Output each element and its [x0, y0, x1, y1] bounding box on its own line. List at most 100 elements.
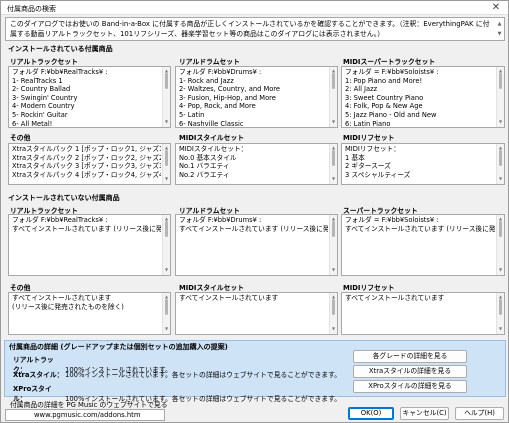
list-item: 1- Rock and Jazz — [179, 76, 234, 85]
installed-other-label: その他 — [10, 134, 31, 142]
description-text: このダイアログではお使いの Band-in-a-Box に付属する商品が正しくイ… — [10, 20, 490, 38]
help-button[interactable]: ヘルプ(H) — [455, 407, 504, 420]
details-row-xtra: Xtraスタイル： 100%インストールされています。各セットの詳細はウェブサイト… — [13, 369, 341, 379]
scroll-thumb[interactable] — [499, 73, 502, 89]
scroll-thumb[interactable] — [165, 221, 168, 237]
list-item: 5- Latin — [179, 110, 205, 119]
scrollbar[interactable]: ▲ ▼ — [496, 293, 504, 334]
scroll-thumb[interactable] — [165, 73, 168, 89]
xtra-details-button[interactable]: Xtraスタイルの詳細を見る — [353, 365, 467, 378]
missing-midiriff-list[interactable]: すべてインストールされています ▲ ▼ — [341, 292, 505, 335]
missing-midistyle-label: MIDIスタイルセット — [179, 284, 245, 292]
scroll-down-icon[interactable]: ▼ — [163, 118, 170, 127]
scroll-down-icon[interactable]: ▼ — [497, 325, 504, 334]
list-item: フォルダ F:¥bb¥Drums¥ : — [179, 68, 262, 76]
scrollbar[interactable]: ▲ ▼ — [329, 215, 337, 275]
list-item: 6: Latin Piano — [345, 119, 391, 128]
scrollbar[interactable]: ▲ ▼ — [496, 215, 504, 275]
list-item: 3: Sweet Country Piano — [345, 93, 424, 102]
installed-realtracks-list[interactable]: フォルダ F:¥bb¥RealTracks¥ :1- RealTracks 12… — [8, 66, 171, 128]
list-item: 4: Folk, Pop & New Age — [345, 102, 423, 111]
installed-midistyle-label: MIDIスタイルセット — [179, 134, 245, 142]
installed-other-list[interactable]: Xtraスタイルパック 1 [ポップ・ロック1, ジャズ1, カントリXtraス… — [8, 143, 171, 185]
list-item: 4- Modern Country — [12, 102, 75, 111]
scrollbar[interactable]: ▲ ▼ — [162, 67, 170, 127]
scrollbar[interactable]: ▲ ▼ — [162, 144, 170, 184]
list-item: すべてインストールされています (リリース後に発売されたものを除く) — [12, 224, 161, 233]
installed-realtracks-label: リアルトラックセット — [10, 58, 78, 66]
close-icon[interactable]: ✕ — [491, 2, 501, 13]
list-item: すべてインストールされています — [12, 294, 112, 302]
missing-realtracks-list[interactable]: フォルダ F:¥bb¥RealTracks¥ : すべてインストールされています … — [8, 214, 171, 276]
scroll-down-icon[interactable]: ▼ — [497, 118, 504, 127]
scrollbar[interactable]: ▲ ▼ — [162, 293, 170, 334]
installed-realdrums-label: リアルドラムセット — [179, 58, 240, 66]
list-item: MIDIリフセット： — [345, 145, 400, 153]
list-item: すべてインストールされています — [179, 294, 279, 302]
cancel-button[interactable]: キャンセル(C) — [400, 407, 449, 420]
list-item: フォルダ F:¥bb¥RealTracks¥ : — [12, 216, 108, 224]
missing-supertracks-list[interactable]: フォルダ = F:¥bb¥Soloists¥ : すべてインストールされています … — [341, 214, 505, 276]
list-item: No.2 バラエティ — [179, 170, 230, 179]
list-item: 2- Country Ballad — [12, 85, 71, 94]
list-item: No.0 基本スタイル — [179, 153, 237, 162]
list-item: 4- Pop, Rock, and More — [179, 102, 256, 111]
scroll-thumb[interactable] — [499, 299, 502, 315]
installed-midisuper-label: MIDIスーパートラックセット — [343, 58, 436, 66]
list-item: すべてインストールされています — [345, 294, 445, 302]
details-row-label: Xtraスタイル： — [13, 371, 64, 379]
list-item: 6- Nashville Classic — [179, 119, 244, 128]
list-item: Xtraスタイルパック 2 [ポップ・ロック2, ジャズ2, カントリ — [12, 153, 161, 162]
scrollbar[interactable]: ▲ ▼ — [329, 293, 337, 334]
missing-other-list[interactable]: すべてインストールされています (リリース後に発売されたものを除く) ▲ ▼ — [8, 292, 171, 335]
scroll-thumb[interactable] — [165, 299, 168, 315]
list-item: 2 ギタースーズ — [345, 162, 391, 171]
list-item: Xtraスタイルパック 3 [ポップ・ロック3, ジャズ3, カントリ — [12, 162, 161, 171]
dialog-window: 付属商品の検索 ✕ このダイアログではお使いの Band-in-a-Box に付… — [0, 0, 509, 423]
scroll-thumb[interactable] — [499, 221, 502, 237]
scroll-down-icon[interactable]: ▼ — [163, 325, 170, 334]
website-link-button[interactable]: www.pgmusic.com/addons.htm — [5, 409, 165, 421]
window-title: 付属商品の検索 — [7, 5, 56, 13]
list-item: 3- Fusion, Hip-Hop, and More — [179, 93, 276, 102]
missing-realdrums-list[interactable]: フォルダ F:¥bb¥Drums¥ : すべてインストールされています (リリース… — [175, 214, 338, 276]
scroll-thumb[interactable] — [332, 73, 335, 89]
list-item: (リリース後に発売されたものを除く) — [12, 302, 124, 311]
scroll-down-icon[interactable]: ▼ — [330, 175, 337, 184]
scroll-down-icon[interactable]: ▼ — [497, 266, 504, 275]
installed-midiriff-list[interactable]: MIDIリフセット： 1 基本 2 ギタースーズ 3 スペシャルティーズ ▲ ▼ — [341, 143, 505, 185]
installed-realdrums-list[interactable]: フォルダ F:¥bb¥Drums¥ :1- Rock and Jazz 2- Wa… — [175, 66, 338, 128]
missing-midiriff-label: MIDIリフセット — [343, 284, 395, 292]
scrollbar[interactable]: ▲ ▼ — [496, 67, 504, 127]
scroll-thumb[interactable] — [165, 150, 168, 166]
scroll-thumb[interactable] — [332, 150, 335, 166]
installed-midisuper-list[interactable]: フォルダ = F:¥bb¥Soloists¥ :1: Pop Piano and… — [341, 66, 505, 128]
scroll-thumb[interactable] — [499, 150, 502, 166]
scroll-down-icon[interactable]: ▼ — [163, 175, 170, 184]
xpro-details-button[interactable]: XProスタイルの詳細を見る — [353, 380, 467, 393]
installed-midistyle-list[interactable]: MIDIスタイルセット： No.0 基本スタイル No.1 バラエティ No.2 バラ… — [175, 143, 338, 185]
scrollbar[interactable]: ▲ ▼ — [162, 215, 170, 275]
scroll-down-icon[interactable]: ▼ — [330, 118, 337, 127]
list-item: フォルダ = F:¥bb¥Soloists¥ : — [345, 68, 439, 76]
scrollbar[interactable]: ▲ ▼ — [496, 144, 504, 184]
scroll-down-icon[interactable]: ▼ — [497, 175, 504, 184]
missing-midistyle-list[interactable]: すべてインストールされています ▲ ▼ — [175, 292, 338, 335]
ok-button[interactable]: OK(O) — [348, 407, 394, 420]
not-installed-header: インストールされていない付属商品 — [8, 194, 120, 202]
scroll-thumb[interactable] — [332, 299, 335, 315]
scroll-down-icon[interactable]: ▼ — [330, 325, 337, 334]
scrollbar[interactable]: ▲ ▼ — [329, 144, 337, 184]
list-item: 3- Swingin' Country — [12, 93, 78, 102]
scrollbar[interactable]: ▲ ▼ — [329, 67, 337, 127]
description-box: このダイアログではお使いの Band-in-a-Box に付属する商品が正しくイ… — [5, 17, 505, 41]
list-item: 6- All Metal! — [12, 119, 53, 128]
grade-details-button[interactable]: 各グレードの詳細を見る — [353, 350, 467, 363]
scroll-thumb[interactable] — [332, 221, 335, 237]
details-panel: 付属商品の詳細 (グレードアップまたは個別セットの追加購入の提案) リアルトラッ… — [4, 340, 506, 403]
scroll-down-icon[interactable]: ▼ — [330, 266, 337, 275]
list-item: MIDIスタイルセット： — [179, 145, 248, 153]
list-item: 2- Waltzes, Country, and More — [179, 85, 281, 94]
description-scrollbar[interactable]: ▲ ▼ — [496, 19, 503, 39]
scroll-down-icon[interactable]: ▼ — [163, 266, 170, 275]
